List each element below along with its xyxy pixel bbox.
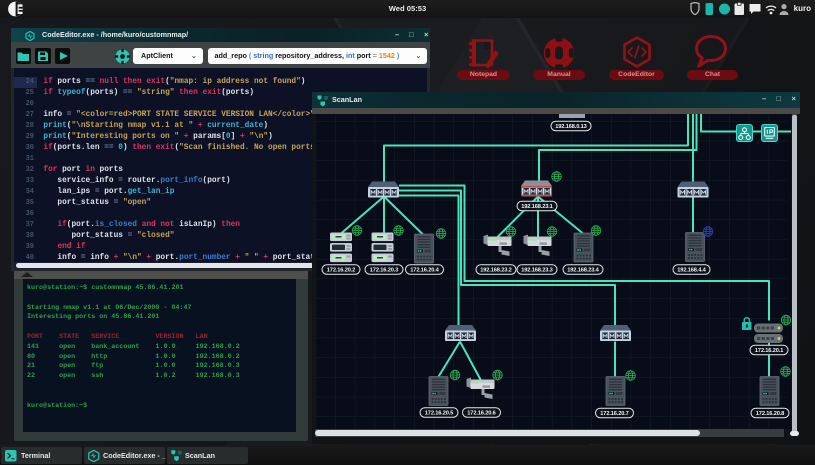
svg-text:172.16.20.8: 172.16.20.8 <box>756 411 784 417</box>
svg-text:192.168.23.4: 192.168.23.4 <box>567 267 599 273</box>
svg-text:192.168.23.2: 192.168.23.2 <box>480 267 511 273</box>
svg-text:172.16.20.1: 172.16.20.1 <box>755 348 783 354</box>
svg-text:192.168.23.1: 192.168.23.1 <box>521 204 552 210</box>
svg-text:172.16.20.6: 172.16.20.6 <box>467 410 495 416</box>
svg-text:192.168.4.4: 192.168.4.4 <box>677 267 706 273</box>
svg-text:192.168.23.3: 192.168.23.3 <box>521 267 552 273</box>
svg-text:172.16.20.2: 172.16.20.2 <box>327 267 355 273</box>
svg-text:172.16.20.7: 172.16.20.7 <box>600 411 628 417</box>
svg-text:172.16.20.4: 172.16.20.4 <box>410 267 439 273</box>
svg-text:192.168.0.13: 192.168.0.13 <box>555 124 586 130</box>
svg-text:172.16.20.3: 172.16.20.3 <box>370 267 398 273</box>
svg-text:172.16.20.5: 172.16.20.5 <box>425 410 453 416</box>
